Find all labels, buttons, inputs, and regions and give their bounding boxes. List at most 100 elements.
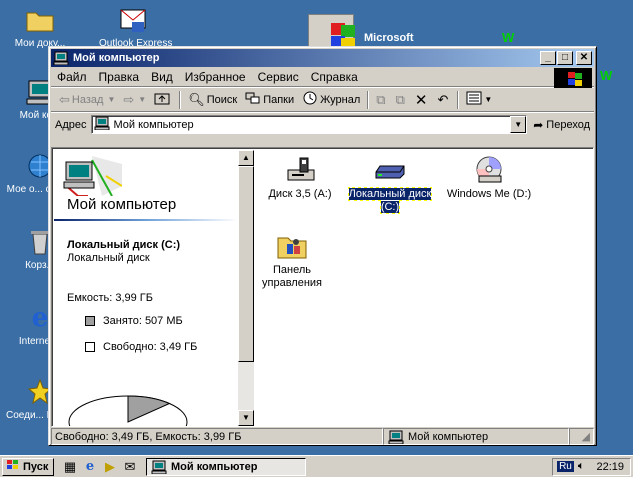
folders-button[interactable]: Папки [241, 90, 298, 110]
move-to-button[interactable]: ⧉ [372, 90, 391, 110]
delete-button[interactable]: ✕ [411, 90, 434, 110]
status-text: Свободно: 3,49 ГБ, Емкость: 3,99 ГБ [51, 428, 383, 445]
capacity-text: Емкость: 3,99 ГБ [67, 292, 153, 304]
start-button[interactable]: Пуск [2, 457, 54, 476]
scroll-down-button[interactable]: ▼ [238, 410, 254, 426]
close-button[interactable]: ✕ [576, 51, 592, 65]
menu-help[interactable]: Справка [305, 70, 364, 84]
taskbar-button-my-computer[interactable]: Мой компьютер [146, 457, 306, 476]
computer-icon [388, 430, 404, 444]
quick-launch: ▦ e ▶ ✉ [60, 459, 140, 475]
desktop-banner: Microsoft [300, 10, 630, 50]
status-bar: Свободно: 3,49 ГБ, Емкость: 3,99 ГБ Мой … [51, 428, 594, 445]
toolbar: ⇦ Назад ▼ ⇨ ▼ 🔍︎ Поиск Папки Журнал ⧉ ⧉ … [51, 87, 594, 112]
selected-item-name: Локальный диск (C:) [67, 239, 181, 251]
desktop-icon-outlook[interactable]: Outlook Express [98, 4, 174, 50]
undo-button[interactable]: ↶ [433, 90, 454, 110]
address-input[interactable]: Мой компьютер ▼ [90, 115, 528, 134]
address-label: Адрес [55, 118, 87, 131]
desktop-icon-my-documents[interactable]: Мои доку... [5, 4, 75, 50]
cd-drive-icon [441, 154, 537, 186]
item-cd-drive-d[interactable]: Windows Me (D:) [441, 154, 537, 201]
computer-icon [94, 116, 110, 133]
banner-text: Microsoft [364, 32, 414, 44]
show-desktop-icon[interactable]: ▦ [60, 459, 80, 475]
chevron-down-icon: ▼ [484, 95, 493, 104]
status-zone: Мой компьютер [383, 428, 569, 445]
toolbar-separator [367, 90, 370, 109]
system-tray: Ru 🔈︎ 22:19 [552, 457, 631, 476]
ie-icon[interactable]: e [80, 459, 100, 474]
maximize-button[interactable]: □ [557, 51, 573, 65]
panel-title: Мой компьютер [67, 196, 177, 213]
forward-button[interactable]: ⇨ ▼ [119, 90, 150, 110]
folders-icon [245, 91, 261, 108]
chevron-down-icon: ▼ [138, 95, 147, 104]
search-button[interactable]: 🔍︎ Поиск [184, 90, 241, 110]
menu-favorites[interactable]: Избранное [179, 70, 252, 84]
address-value: Мой компьютер [113, 118, 194, 131]
menu-file[interactable]: Файл [51, 70, 93, 84]
web-view-panel: Мой компьютер Локальный диск (C:) Локаль… [54, 150, 238, 426]
selected-item-type: Локальный диск [67, 252, 150, 264]
item-control-panel[interactable]: Панель управления [244, 230, 340, 290]
folder-up-icon [154, 91, 170, 108]
chevron-down-icon: ▼ [107, 95, 116, 104]
copy-to-button[interactable]: ⧉ [392, 90, 411, 110]
used-swatch [85, 316, 95, 326]
content-area: Мой компьютер Локальный диск (C:) Локаль… [51, 147, 594, 427]
clock[interactable]: 22:19 [596, 461, 624, 473]
resize-grip[interactable]: ◢ [569, 428, 594, 445]
panel-divider [54, 219, 238, 221]
address-bar: Адрес Мой компьютер ▼ ➦ Переход [51, 112, 594, 136]
item-floppy-drive[interactable]: Диск 3,5 (A:) [252, 154, 348, 201]
menu-view[interactable]: Вид [145, 70, 179, 84]
menu-edit[interactable]: Правка [93, 70, 146, 84]
windows-logo-icon [6, 459, 20, 474]
menu-tools[interactable]: Сервис [252, 70, 305, 84]
minimize-button[interactable]: _ [540, 51, 556, 65]
windows-flag-icon [308, 14, 355, 50]
used-legend: Занято: 507 МБ [85, 315, 183, 327]
speaker-icon[interactable]: 🔈︎ [578, 460, 585, 473]
menu-bar: Файл Правка Вид Избранное Сервис Справка [51, 67, 594, 88]
windows-logo-icon [554, 68, 592, 88]
media-player-icon[interactable]: ▶ [100, 459, 120, 475]
hard-drive-icon [342, 154, 438, 186]
address-dropdown-button[interactable]: ▼ [510, 116, 527, 133]
go-arrow-icon: ➦ [533, 117, 544, 132]
title-bar[interactable]: Мой компьютер _ □ ✕ [51, 49, 594, 67]
up-button[interactable] [150, 90, 176, 110]
back-button[interactable]: ⇦ Назад ▼ [55, 90, 119, 110]
arrow-left-icon: ⇦ [59, 91, 70, 107]
banner-side-text-1: W [502, 30, 515, 45]
arrow-right-icon: ⇨ [123, 91, 135, 107]
go-button[interactable]: ➦ Переход [533, 118, 590, 132]
computer-icon [62, 156, 123, 197]
outlook-icon [117, 4, 149, 36]
free-swatch [85, 342, 95, 352]
toolbar-separator [457, 90, 460, 109]
move-to-icon: ⧉ [376, 91, 386, 107]
undo-icon: ↶ [437, 91, 449, 107]
window-title: Мой компьютер [73, 52, 160, 64]
my-computer-window: Мой компьютер _ □ ✕ Файл Правка Вид Избр… [48, 46, 597, 446]
free-legend: Свободно: 3,49 ГБ [85, 341, 197, 353]
views-icon [466, 91, 482, 108]
control-panel-icon [244, 230, 340, 262]
history-icon [302, 91, 318, 108]
panel-header: Мой компьютер [54, 150, 238, 222]
language-indicator[interactable]: Ru [557, 461, 574, 472]
folder-icon [24, 4, 56, 36]
copy-to-icon: ⧉ [395, 91, 405, 107]
outlook-icon[interactable]: ✉ [120, 459, 140, 475]
items-view: Диск 3,5 (A:) Локальный диск (C:) Window… [256, 150, 592, 426]
disk-usage-pie [68, 395, 188, 426]
views-button[interactable]: ▼ [462, 90, 496, 110]
search-icon: 🔍︎ [188, 91, 205, 107]
computer-icon [151, 460, 167, 474]
history-button[interactable]: Журнал [298, 90, 364, 110]
item-local-disk-c[interactable]: Локальный диск (C:) [342, 154, 438, 214]
toolbar-separator [179, 90, 182, 109]
floppy-drive-icon [252, 154, 348, 186]
